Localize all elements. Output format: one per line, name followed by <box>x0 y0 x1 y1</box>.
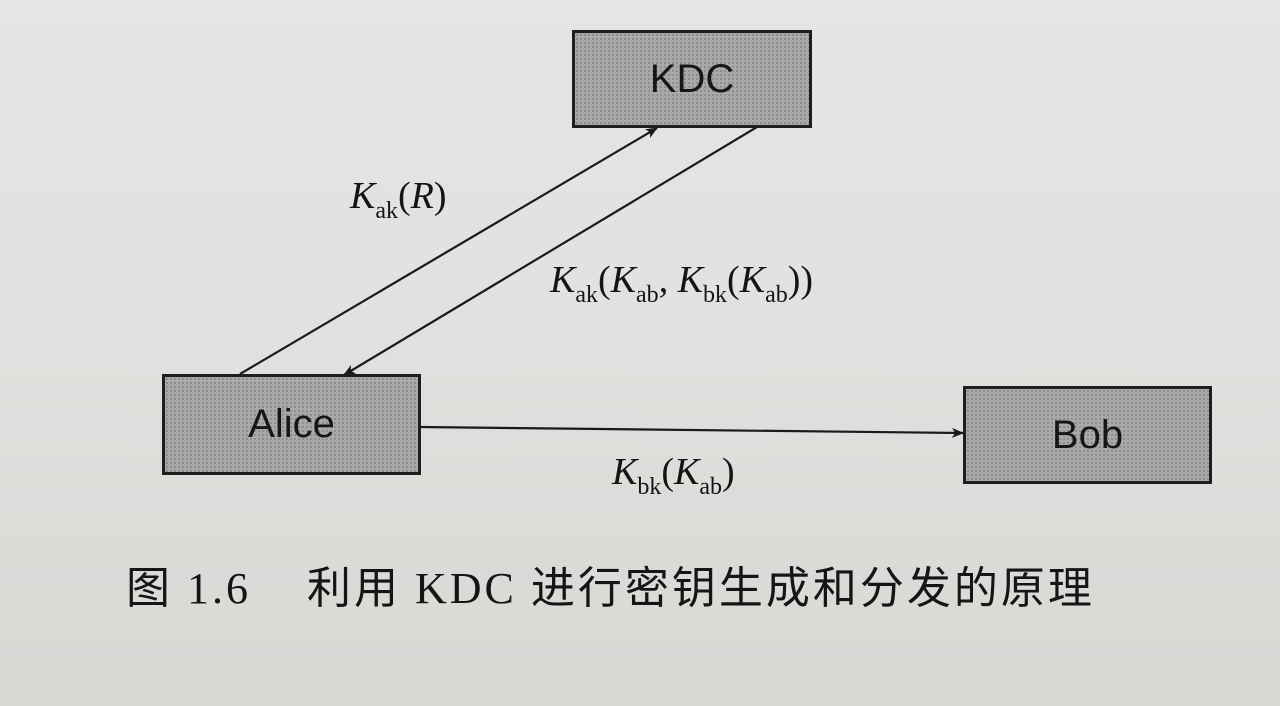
arrow-kdc-to-alice <box>343 126 758 376</box>
edge-label-kdc-to-alice: Kak(Kab, Kbk(Kab)) <box>550 258 813 309</box>
paren: ) <box>433 175 447 217</box>
paren: )) <box>787 259 814 301</box>
key-subscript: ab <box>765 282 788 308</box>
edge-label-alice-to-kdc: Kak(R) <box>350 174 447 225</box>
figure-number: 图 1.6 <box>126 564 251 613</box>
kdc-label: KDC <box>649 56 735 101</box>
key-subscript: bk <box>637 474 662 500</box>
key-symbol: K <box>350 175 376 217</box>
paren: ) <box>722 451 735 493</box>
key-subscript: bk <box>703 282 728 308</box>
paren: ( <box>598 259 611 301</box>
kdc-node: KDC <box>572 30 812 128</box>
key-symbol: K <box>739 259 766 301</box>
key-subscript: ab <box>636 282 659 308</box>
figure-caption: 图 1.6 利用 KDC 进行密钥生成和分发的原理 <box>126 552 1095 616</box>
key-subscript: ab <box>699 474 723 500</box>
key-symbol: K <box>550 259 576 301</box>
comma: , <box>658 259 678 301</box>
bob-label: Bob <box>1051 412 1124 457</box>
key-symbol: K <box>674 451 700 493</box>
key-subscript: ak <box>575 282 599 308</box>
key-subscript: ak <box>375 198 399 224</box>
alice-label: Alice <box>248 402 335 446</box>
edge-label-alice-to-bob: Kbk(Kab) <box>612 450 735 501</box>
key-symbol: K <box>610 259 637 301</box>
bob-node: Bob <box>963 386 1212 484</box>
arrow-alice-to-kdc <box>239 127 658 375</box>
paren: ( <box>727 259 740 301</box>
request-symbol: R <box>410 175 434 217</box>
paren: ( <box>398 175 411 217</box>
figure-title: 利用 KDC 进行密钥生成和分发的原理 <box>307 564 1095 613</box>
arrow-alice-to-bob <box>419 425 964 438</box>
alice-node: Alice <box>162 374 421 475</box>
key-symbol: K <box>612 451 638 493</box>
paren: ( <box>661 451 675 493</box>
key-symbol: K <box>677 259 704 301</box>
